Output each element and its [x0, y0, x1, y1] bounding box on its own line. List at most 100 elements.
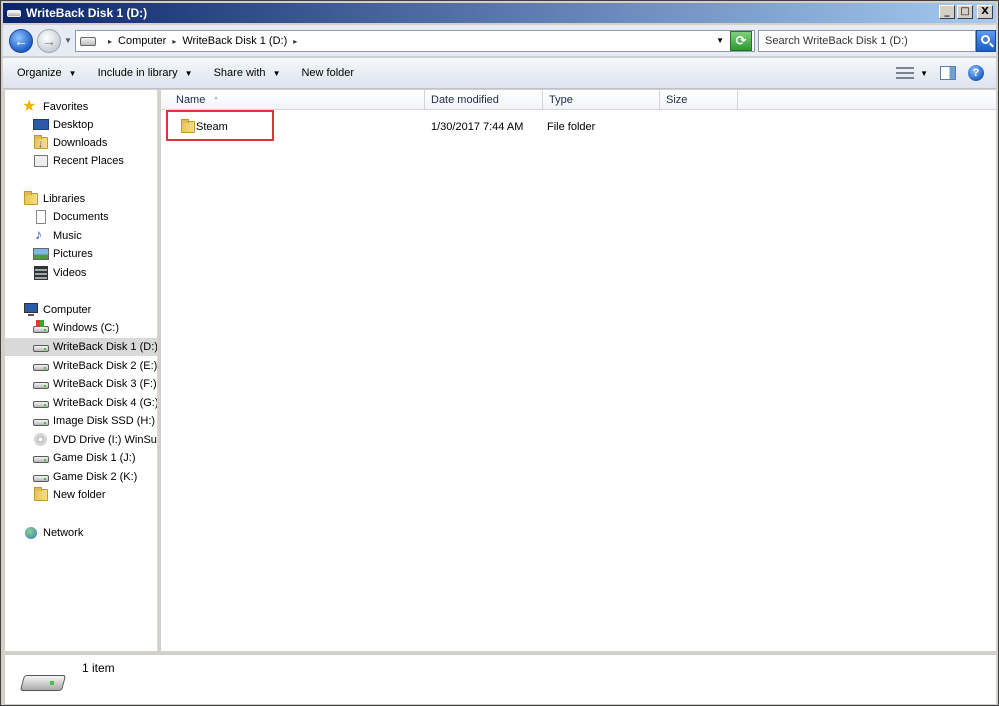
sort-ascending-icon: ^: [214, 96, 218, 104]
title-bar[interactable]: WriteBack Disk 1 (D:) _ □ X: [3, 3, 996, 23]
back-button[interactable]: ←: [9, 29, 33, 53]
search-input[interactable]: Search WriteBack Disk 1 (D:): [758, 30, 976, 52]
nav-pictures-label: Pictures: [53, 248, 93, 260]
view-controls: ▼ ?: [896, 65, 984, 81]
nav-network[interactable]: Network: [23, 524, 83, 542]
organize-label: Organize: [17, 67, 62, 79]
nav-documents[interactable]: Documents: [33, 208, 109, 226]
recent-places-icon: [33, 154, 49, 168]
share-with-menu[interactable]: Share with ▼: [200, 67, 288, 79]
nav-drive-f[interactable]: WriteBack Disk 3 (F:): [33, 375, 157, 393]
nav-videos[interactable]: Videos: [33, 264, 86, 282]
column-header-type[interactable]: Type: [543, 90, 660, 110]
close-button[interactable]: X: [977, 5, 993, 19]
file-date-modified: 1/30/2017 7:44 AM: [431, 121, 524, 133]
drive-icon: [33, 451, 49, 465]
nav-recent-places-label: Recent Places: [53, 155, 124, 167]
drive-icon: [80, 36, 96, 46]
desktop-icon: [33, 118, 49, 132]
change-view-icon[interactable]: [896, 66, 915, 80]
nav-drive-c[interactable]: Windows (C:): [33, 319, 119, 337]
nav-desktop[interactable]: Desktop: [33, 116, 93, 134]
window-controls: _ □ X: [939, 5, 993, 19]
window-title: WriteBack Disk 1 (D:): [26, 6, 148, 20]
column-header-date-label: Date modified: [431, 94, 499, 106]
computer-icon: [23, 303, 39, 317]
nav-recent-places[interactable]: Recent Places: [33, 152, 124, 170]
drive-icon: [33, 377, 49, 391]
nav-downloads-label: Downloads: [53, 137, 108, 149]
nav-favorites-label: Favorites: [43, 101, 89, 113]
nav-music[interactable]: ♪ Music: [33, 226, 82, 245]
column-header-size[interactable]: Size: [660, 90, 738, 110]
star-icon: ★: [22, 98, 37, 115]
nav-drive-k[interactable]: Game Disk 2 (K:): [33, 468, 137, 486]
drive-icon: [33, 414, 49, 428]
new-folder-label: New folder: [301, 67, 355, 79]
preview-pane-icon[interactable]: [940, 66, 956, 80]
nav-drive-j[interactable]: Game Disk 1 (J:): [33, 449, 136, 467]
nav-drive-e[interactable]: WriteBack Disk 2 (E:): [33, 357, 157, 375]
nav-drive-f-label: WriteBack Disk 3 (F:): [53, 378, 157, 390]
refresh-button[interactable]: ⟳: [730, 31, 752, 51]
nav-favorites[interactable]: ★ Favorites: [22, 98, 89, 116]
drive-icon: [33, 470, 49, 484]
organize-menu[interactable]: Organize ▼: [3, 67, 84, 79]
nav-libraries[interactable]: Libraries: [23, 190, 85, 208]
chevron-down-icon: ▼: [272, 68, 281, 78]
breadcrumb-computer[interactable]: Computer: [118, 35, 166, 47]
folder-icon: [33, 487, 49, 502]
search-button[interactable]: [976, 30, 996, 52]
recent-pages-dropdown-icon[interactable]: ▼: [64, 36, 72, 45]
include-in-library-menu[interactable]: Include in library ▼: [84, 67, 200, 79]
breadcrumb-current-drive[interactable]: WriteBack Disk 1 (D:): [182, 35, 287, 47]
nav-drive-i[interactable]: DVD Drive (I:) WinSup: [33, 431, 157, 449]
command-bar: Organize ▼ Include in library ▼ Share wi…: [3, 58, 996, 89]
view-dropdown-icon[interactable]: ▼: [920, 69, 928, 78]
music-icon: ♪: [35, 226, 42, 242]
nav-music-label: Music: [53, 230, 82, 242]
nav-drive-h[interactable]: Image Disk SSD (H:): [33, 412, 155, 430]
forward-button[interactable]: →: [37, 29, 61, 53]
navigation-pane: ★ Favorites Desktop ↓ Downloads Recent P…: [5, 90, 158, 651]
nav-new-folder[interactable]: New folder: [33, 486, 106, 504]
nav-videos-label: Videos: [53, 267, 87, 279]
item-count: 1 item: [82, 661, 115, 675]
new-folder-button[interactable]: New folder: [287, 67, 361, 79]
drive-icon: [19, 671, 67, 697]
nav-drive-j-label: Game Disk 1 (J:): [53, 452, 136, 464]
share-with-label: Share with: [213, 67, 266, 79]
nav-computer-label: Computer: [43, 304, 92, 316]
documents-icon: [33, 210, 49, 224]
chevron-right-icon[interactable]: ▸: [172, 37, 176, 46]
details-pane: 1 item: [5, 654, 996, 704]
help-icon[interactable]: ?: [968, 65, 984, 81]
nav-downloads[interactable]: ↓ Downloads: [33, 134, 107, 152]
minimize-button[interactable]: _: [939, 5, 955, 19]
nav-drive-d[interactable]: WriteBack Disk 1 (D:): [5, 338, 157, 356]
nav-drive-g-label: WriteBack Disk 4 (G:): [53, 397, 158, 409]
file-row-steam[interactable]: Steam 1/30/2017 7:44 AM File folder: [161, 117, 996, 139]
nav-pictures[interactable]: Pictures: [33, 245, 93, 263]
chevron-right-icon[interactable]: ▸: [293, 37, 297, 46]
column-header-name[interactable]: Name ^: [161, 90, 425, 110]
nav-drive-e-label: WriteBack Disk 2 (E:): [53, 360, 158, 372]
highlight-annotation: [166, 110, 274, 141]
nav-computer[interactable]: Computer: [23, 301, 91, 319]
file-list: Name ^ Date modified Type Size Steam 1/3…: [161, 90, 996, 651]
nav-drive-c-label: Windows (C:): [53, 322, 120, 334]
file-type: File folder: [547, 121, 596, 133]
nav-new-folder-label: New folder: [53, 489, 106, 501]
chevron-right-icon[interactable]: ▸: [108, 37, 112, 46]
nav-desktop-label: Desktop: [53, 119, 94, 131]
drive-icon: [33, 359, 49, 373]
column-header-filler: [738, 90, 996, 110]
address-dropdown-icon[interactable]: ▼: [716, 36, 724, 45]
address-bar[interactable]: ▸ Computer ▸ WriteBack Disk 1 (D:) ▸ ▼: [75, 30, 755, 52]
column-header-date-modified[interactable]: Date modified: [425, 90, 543, 110]
nav-drive-g[interactable]: WriteBack Disk 4 (G:): [33, 394, 158, 412]
downloads-folder-icon: ↓: [33, 135, 49, 150]
column-header-name-label: Name: [176, 94, 206, 106]
maximize-button[interactable]: □: [957, 5, 973, 19]
navigation-bar: ← → ▼ ▸ Computer ▸ WriteBack Disk 1 (D:)…: [3, 25, 996, 57]
